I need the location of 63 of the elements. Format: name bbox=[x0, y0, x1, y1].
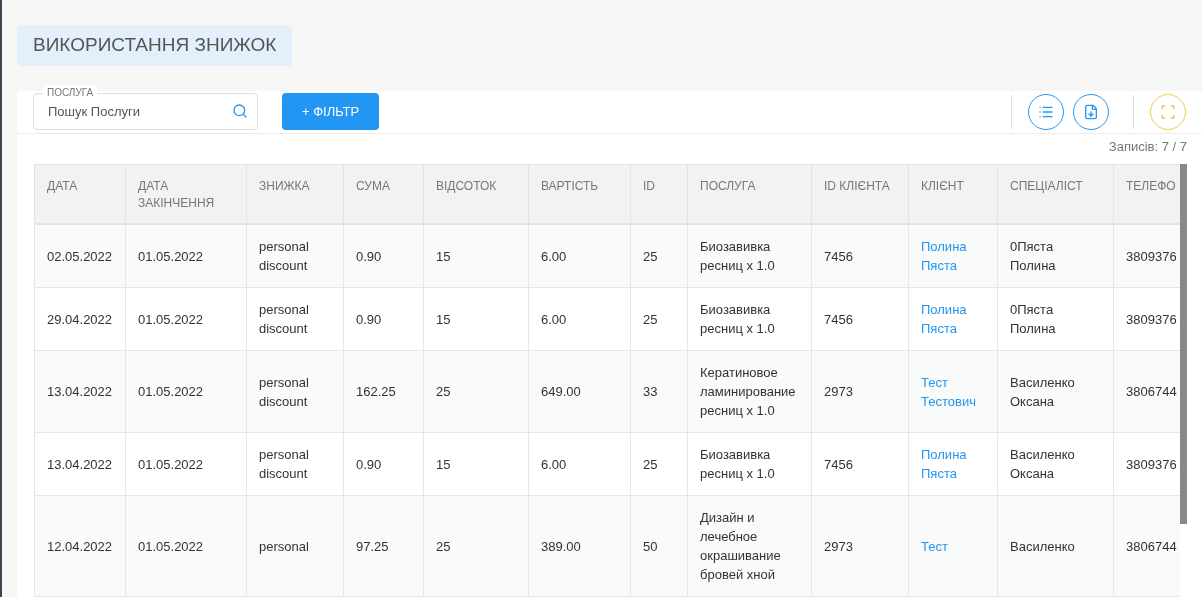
table-cell: 0.90 bbox=[356, 248, 382, 264]
table-cell: 25 bbox=[643, 311, 658, 327]
table-cell: 3809376 bbox=[1126, 456, 1177, 472]
table-cell: 01.05.2022 bbox=[138, 538, 204, 554]
table-cell: Биозавивка ресниц х 1.0 bbox=[700, 302, 775, 336]
table-cell: 3806744 bbox=[1126, 384, 1177, 399]
table-cell: 15 bbox=[436, 248, 451, 264]
table-cell: 2973 bbox=[824, 384, 853, 399]
table-cell-text: personal discount bbox=[259, 447, 310, 481]
table-cell: 6.00 bbox=[541, 248, 567, 264]
table-cell-text: Дизайн и лечебное окрашивание бровей хной bbox=[700, 510, 782, 582]
table-cell: 0Пяста Полина bbox=[1010, 239, 1057, 273]
table-cell: 6.00 bbox=[541, 456, 567, 472]
scrollbar-thumb[interactable] bbox=[1180, 163, 1187, 524]
table-cell: personal bbox=[259, 538, 309, 554]
table-cell: 29.04.2022 bbox=[47, 311, 113, 327]
table-cell: 2973 bbox=[824, 538, 853, 554]
table-cell: 6.00 bbox=[541, 311, 567, 327]
table-cell: 0.90 bbox=[356, 311, 382, 327]
table-cell-text: Кератиновое ламинирование ресниц х 1.0 bbox=[700, 365, 797, 418]
table-cell: 0Пяста Полина bbox=[1010, 302, 1057, 336]
table-cell: 12.04.2022 bbox=[47, 538, 113, 554]
records-count: Записів: 7 / 7 bbox=[1108, 138, 1187, 156]
table-cell: 25 bbox=[436, 384, 451, 399]
table-cell: 7456 bbox=[824, 248, 853, 264]
table-cell: 50 bbox=[643, 538, 658, 554]
table-cell: 7456 bbox=[824, 311, 853, 327]
table-cell: 389.00 bbox=[541, 538, 581, 554]
search-icon bbox=[232, 103, 248, 120]
table-cell-text: personal discount bbox=[259, 374, 310, 409]
table-cell: 0.90 bbox=[356, 456, 382, 472]
table-cell: Василенко bbox=[1010, 538, 1075, 554]
table-cell: 3806744 bbox=[1126, 538, 1177, 554]
table-cell: 3809376 bbox=[1126, 248, 1177, 264]
fullscreen-icon bbox=[1160, 103, 1176, 120]
table-cell: 3809376 bbox=[1126, 311, 1177, 327]
table-cell: 01.05.2022 bbox=[138, 456, 204, 472]
table-cell: 01.05.2022 bbox=[138, 248, 204, 264]
table-cell-text: Василенко Оксана bbox=[1010, 374, 1076, 409]
table-cell-text: personal discount bbox=[259, 302, 310, 336]
file-download-icon bbox=[1083, 103, 1099, 120]
table-cell: 649.00 bbox=[541, 384, 581, 399]
table-cell: 25 bbox=[643, 456, 658, 472]
filter-button[interactable]: + ФІЛЬТР bbox=[282, 93, 380, 131]
table-cell-text: Василенко Оксана bbox=[1010, 447, 1076, 481]
table-cell: 162.25 bbox=[356, 384, 396, 399]
table-cell: 13.04.2022 bbox=[47, 456, 113, 472]
table-cell: 25 bbox=[436, 538, 451, 554]
table-cell: Биозавивка ресниц х 1.0 bbox=[700, 239, 775, 273]
table-cell: 7456 bbox=[824, 456, 853, 472]
table-cell: 15 bbox=[436, 456, 451, 472]
table-cell: 01.05.2022 bbox=[138, 311, 204, 327]
table-cell: 02.05.2022 bbox=[47, 248, 113, 264]
table-cell: 01.05.2022 bbox=[138, 384, 204, 399]
table-cell: 15 bbox=[436, 311, 451, 327]
client-link[interactable]: Тест bbox=[921, 536, 985, 556]
table-cell: Биозавивка ресниц х 1.0 bbox=[700, 447, 775, 481]
page-title: ВИКОРИСТАННЯ ЗНИЖОК bbox=[17, 25, 293, 66]
table-cell-text: personal discount bbox=[259, 239, 310, 273]
table-cell: 97.25 bbox=[356, 538, 389, 554]
table-cell: 25 bbox=[643, 248, 658, 264]
table-cell: 13.04.2022 bbox=[47, 384, 113, 399]
table-cell: 33 bbox=[643, 384, 658, 399]
